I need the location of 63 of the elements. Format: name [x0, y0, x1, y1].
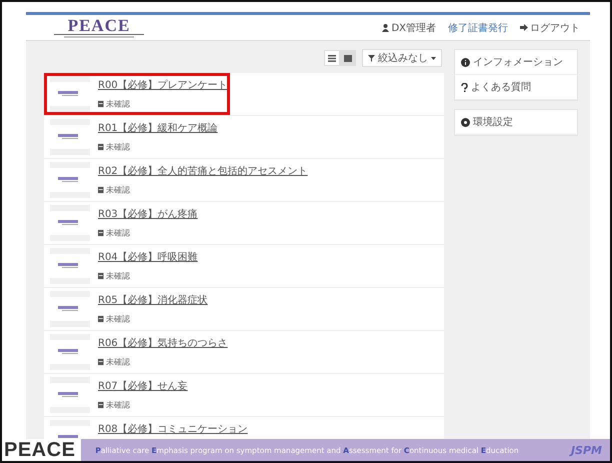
course-item[interactable]: R00【必修】プレアンケート 未確認	[44, 73, 444, 116]
course-title-link[interactable]: R01【必修】緩和ケア概論	[98, 121, 218, 135]
course-title-link[interactable]: R00【必修】プレアンケート	[98, 78, 228, 92]
list-view-button[interactable]	[324, 50, 340, 66]
course-status: 未確認	[98, 399, 170, 411]
course-title-link[interactable]: R03【必修】がん疼痛	[98, 207, 198, 221]
settings-icon	[461, 118, 470, 126]
grid-icon	[344, 54, 352, 62]
calendar-icon	[98, 230, 104, 236]
course-item[interactable]: R06【必修】気持ちのつらさ 未確認	[44, 331, 444, 374]
list-icon	[328, 54, 336, 62]
course-item[interactable]: R03【必修】がん疼痛 未確認	[44, 202, 444, 245]
course-status: 未確認	[98, 227, 178, 239]
course-title-link[interactable]: R08【必修】コミュニケーション	[98, 422, 248, 436]
logo-thumbnail-icon	[50, 291, 90, 327]
logout-icon	[520, 24, 528, 31]
course-item[interactable]: R07【必修】せん妄 未確認	[44, 374, 444, 417]
course-title-link[interactable]: R07【必修】せん妄	[98, 379, 188, 393]
course-title-link[interactable]: R05【必修】消化器症状	[98, 293, 208, 307]
logo-thumbnail-icon	[50, 334, 90, 370]
calendar-icon	[98, 186, 104, 194]
course-item[interactable]: R05【必修】消化器症状 未確認	[44, 288, 444, 331]
calendar-icon	[98, 316, 104, 322]
calendar-icon	[98, 144, 104, 150]
peace-logo: PEACE	[68, 17, 130, 34]
course-status: 未確認	[98, 356, 202, 368]
logo-thumbnail-icon	[50, 248, 90, 284]
caret-icon	[431, 56, 436, 60]
sidebar-link[interactable]: 環境設定	[455, 110, 577, 135]
header-link[interactable]: 修了証書発行	[448, 20, 508, 34]
course-status: 未確認	[98, 270, 178, 282]
course-title-link[interactable]: R06【必修】気持ちのつらさ	[98, 336, 228, 350]
course-title-link[interactable]: R04【必修】呼吸困難	[98, 250, 198, 264]
footer-logo: PEACE	[3, 439, 76, 461]
sidebar-link[interactable]: インフォメーション	[455, 50, 577, 75]
sidebar-link[interactable]: よくある質問	[455, 75, 577, 100]
logo-thumbnail-icon	[50, 119, 90, 155]
calendar-icon	[98, 272, 104, 280]
course-item[interactable]: R02【必修】全人的苦痛と包括的アセスメント 未確認	[44, 159, 444, 202]
course-item[interactable]: R01【必修】緩和ケア概論 未確認	[44, 116, 444, 159]
user-link[interactable]: DX管理者	[382, 20, 436, 34]
logo-thumbnail-icon	[50, 205, 90, 241]
organization-logo: JSPM	[570, 444, 602, 456]
user-icon	[382, 24, 390, 32]
course-status: 未確認	[98, 98, 202, 110]
calendar-icon	[98, 402, 104, 408]
course-title-link[interactable]: R02【必修】全人的苦痛と包括的アセスメント	[98, 164, 308, 178]
question-icon	[461, 82, 468, 92]
info-icon	[461, 58, 470, 66]
logo-thumbnail-icon	[50, 377, 90, 413]
filter-dropdown[interactable]: 絞込みなし	[362, 49, 442, 67]
logo-underline-icon	[54, 34, 144, 38]
course-status: 未確認	[98, 184, 266, 196]
logout-link[interactable]: ログアウト	[520, 20, 580, 34]
filter-icon	[368, 54, 375, 62]
logo-thumbnail-icon	[50, 162, 90, 198]
course-status: 未確認	[98, 141, 194, 153]
course-status: 未確認	[98, 313, 186, 325]
calendar-icon	[98, 358, 104, 366]
calendar-icon	[98, 100, 104, 108]
grid-view-button[interactable]	[340, 50, 356, 66]
course-item[interactable]: R04【必修】呼吸困難 未確認	[44, 245, 444, 288]
logo-thumbnail-icon	[50, 76, 90, 112]
